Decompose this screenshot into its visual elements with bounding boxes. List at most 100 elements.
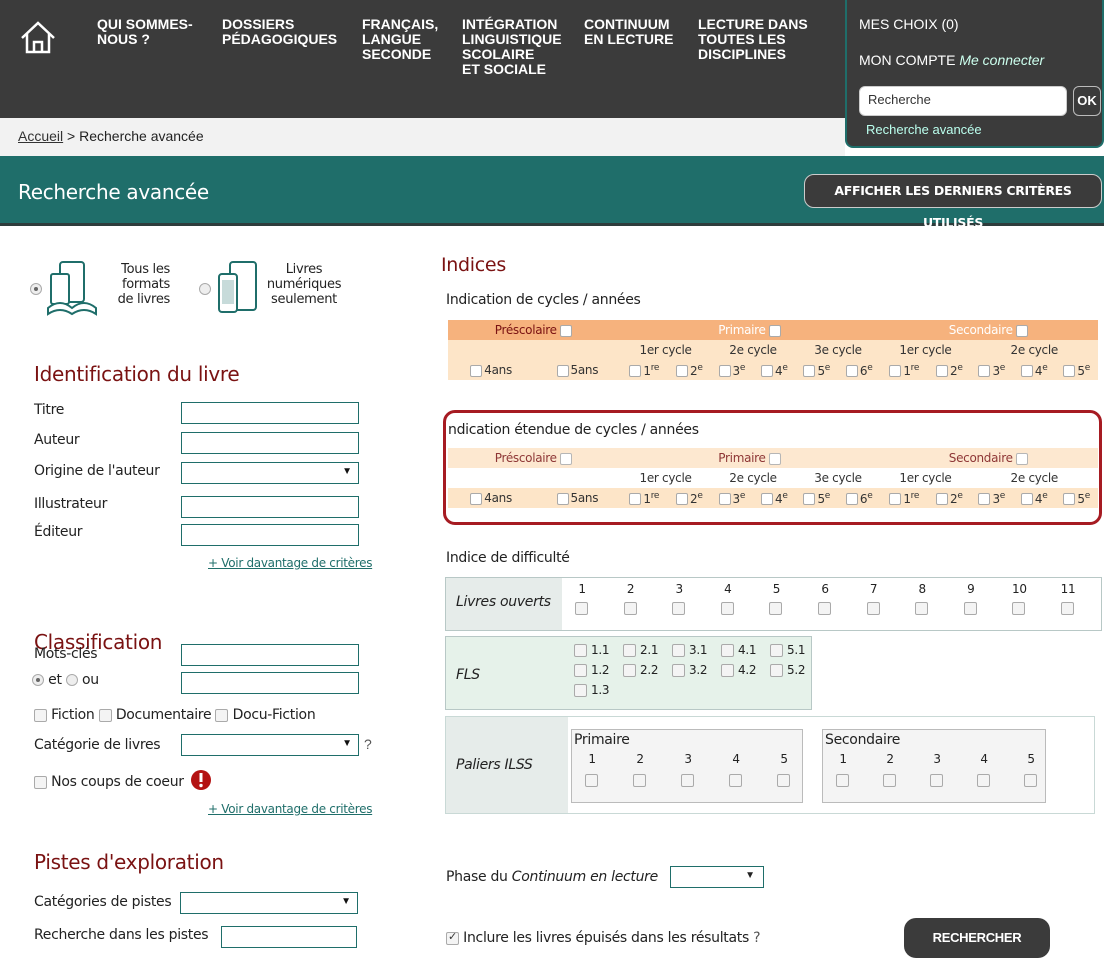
auteur-input[interactable] (181, 432, 359, 454)
fls-level-checkbox[interactable] (721, 644, 734, 657)
paliers-secondaire-level-checkbox[interactable] (883, 774, 896, 787)
fls-level-checkbox[interactable] (721, 664, 734, 677)
paliers-primaire-level-checkbox[interactable] (633, 774, 646, 787)
cycles-year-checkbox[interactable] (935, 365, 948, 377)
ext-year-checkbox[interactable] (978, 493, 991, 505)
livres-ouverts-level-checkbox[interactable] (769, 602, 783, 615)
ext-year-checkbox[interactable] (803, 493, 816, 505)
docu-fiction-checkbox[interactable] (215, 708, 229, 722)
format-all-radio-wrap[interactable] (30, 280, 42, 296)
ext-year-checkbox[interactable] (760, 493, 773, 505)
illustrateur-input[interactable] (181, 496, 359, 518)
nav-qui-sommes-nous[interactable]: QUI SOMMES- NOUS ? (97, 17, 193, 47)
ext-year-checkbox[interactable] (556, 492, 569, 505)
nav-dossiers-pedagogiques[interactable]: DOSSIERS PÉDAGOGIQUES (222, 17, 337, 47)
coups-de-coeur-checkbox[interactable] (34, 775, 47, 789)
cycles-year-checkbox[interactable] (760, 365, 773, 377)
ext-year-checkbox[interactable] (629, 493, 642, 505)
cycles-year-checkbox[interactable] (470, 364, 483, 377)
cycles-year-checkbox[interactable] (978, 365, 991, 377)
search-ok-button[interactable]: OK (1073, 86, 1101, 116)
ext-year-checkbox[interactable] (676, 493, 689, 505)
include-epuises-checkbox[interactable] (446, 930, 459, 945)
ext-year-checkbox[interactable] (1020, 493, 1033, 505)
paliers-secondaire-level-checkbox[interactable] (930, 774, 943, 787)
show-last-criteria-button[interactable]: AFFICHER LES DERNIERS CRITÈRES UTILISÉS (804, 174, 1102, 230)
more-criteria-link-2[interactable]: + Voir davantage de critères (208, 802, 372, 816)
format-digital-radio[interactable] (199, 283, 211, 296)
cycles-year-checkbox[interactable] (1020, 365, 1033, 377)
fiction-checkbox[interactable] (34, 708, 47, 722)
ext-year-checkbox[interactable] (470, 492, 483, 505)
mots-cles-input[interactable] (181, 644, 359, 666)
livres-ouverts-level-checkbox[interactable] (1012, 602, 1026, 615)
paliers-primaire-level-checkbox[interactable] (585, 774, 598, 787)
me-connecter-link[interactable]: Me connecter (959, 52, 1044, 68)
categorie-help-icon[interactable]: ? (364, 736, 372, 752)
fls-level-checkbox[interactable] (574, 684, 587, 697)
prescolaire-checkbox[interactable] (559, 324, 572, 337)
fls-level-checkbox[interactable] (672, 644, 685, 657)
cycles-year-checkbox[interactable] (718, 365, 731, 377)
advanced-search-link[interactable]: Recherche avancée (866, 122, 982, 137)
titre-input[interactable] (181, 402, 359, 424)
categorie-select[interactable] (181, 734, 359, 756)
ou-radio[interactable] (65, 674, 78, 686)
fls-level-checkbox[interactable] (623, 644, 636, 657)
nav-integration-linguistique[interactable]: INTÉGRATION LINGUISTIQUE SCOLAIRE ET SOC… (462, 17, 562, 77)
livres-ouverts-level-checkbox[interactable] (672, 602, 686, 615)
fls-level-checkbox[interactable] (574, 664, 587, 677)
fls-level-checkbox[interactable] (770, 644, 783, 657)
cycles-year-checkbox[interactable] (676, 365, 689, 377)
ext-year-checkbox[interactable] (845, 493, 858, 505)
format-all-radio[interactable] (30, 283, 42, 296)
home-icon[interactable] (18, 18, 58, 58)
mots-cles-input-2[interactable] (181, 672, 359, 694)
rechercher-button[interactable]: RECHERCHER (904, 918, 1050, 958)
paliers-primaire-level-checkbox[interactable] (777, 774, 790, 787)
mes-choix-link[interactable]: MES CHOIX (0) (859, 16, 959, 32)
cycles-year-checkbox[interactable] (1063, 365, 1076, 377)
paliers-primaire-level-checkbox[interactable] (729, 774, 742, 787)
documentaire-checkbox[interactable] (98, 708, 112, 722)
search-input[interactable]: Recherche (859, 86, 1067, 116)
cycles-year-checkbox[interactable] (845, 365, 858, 377)
paliers-secondaire-level-checkbox[interactable] (1024, 774, 1037, 787)
more-criteria-link[interactable]: + Voir davantage de critères (208, 556, 372, 570)
categories-pistes-select[interactable] (180, 892, 358, 914)
livres-ouverts-level-checkbox[interactable] (623, 602, 637, 615)
ext-prescolaire-checkbox[interactable] (559, 452, 572, 465)
livres-ouverts-level-checkbox[interactable] (818, 602, 831, 615)
cycles-year-checkbox[interactable] (803, 365, 816, 377)
cycles-year-checkbox[interactable] (629, 365, 642, 377)
fls-level-checkbox[interactable] (574, 644, 587, 657)
paliers-secondaire-level-checkbox[interactable] (977, 774, 990, 787)
fls-level-checkbox[interactable] (672, 664, 685, 677)
paliers-secondaire-level-checkbox[interactable] (836, 774, 849, 787)
ext-secondaire-checkbox[interactable] (1015, 452, 1028, 465)
nav-lecture-toutes-disciplines[interactable]: LECTURE DANS TOUTES LES DISCIPLINES (698, 17, 808, 62)
editeur-input[interactable] (181, 524, 359, 546)
nav-continuum-en-lecture[interactable]: CONTINUUM EN LECTURE (584, 17, 673, 47)
origine-select[interactable] (181, 462, 359, 484)
ext-year-checkbox[interactable] (889, 493, 902, 505)
ext-year-checkbox[interactable] (718, 493, 731, 505)
format-digital-radio-wrap[interactable] (199, 280, 211, 296)
mon-compte[interactable]: MON COMPTE Me connecter (859, 52, 1044, 68)
fls-level-checkbox[interactable] (770, 664, 783, 677)
phase-select[interactable] (670, 866, 764, 888)
primaire-checkbox[interactable] (768, 324, 781, 337)
ext-year-checkbox[interactable] (935, 493, 948, 505)
livres-ouverts-level-checkbox[interactable] (915, 602, 929, 615)
livres-ouverts-level-checkbox[interactable] (720, 602, 734, 615)
paliers-primaire-level-checkbox[interactable] (681, 774, 694, 787)
ext-year-checkbox[interactable] (1063, 493, 1076, 505)
cycles-year-checkbox[interactable] (889, 365, 902, 377)
include-help-icon[interactable]: ? (753, 930, 760, 946)
recherche-pistes-input[interactable] (221, 926, 357, 948)
livres-ouverts-level-checkbox[interactable] (1061, 602, 1074, 615)
cycles-year-checkbox[interactable] (556, 364, 569, 377)
livres-ouverts-level-checkbox[interactable] (575, 602, 588, 615)
et-radio[interactable] (32, 674, 44, 686)
nav-francais-langue-seconde[interactable]: FRANÇAIS, LANGUE SECONDE (362, 17, 438, 62)
